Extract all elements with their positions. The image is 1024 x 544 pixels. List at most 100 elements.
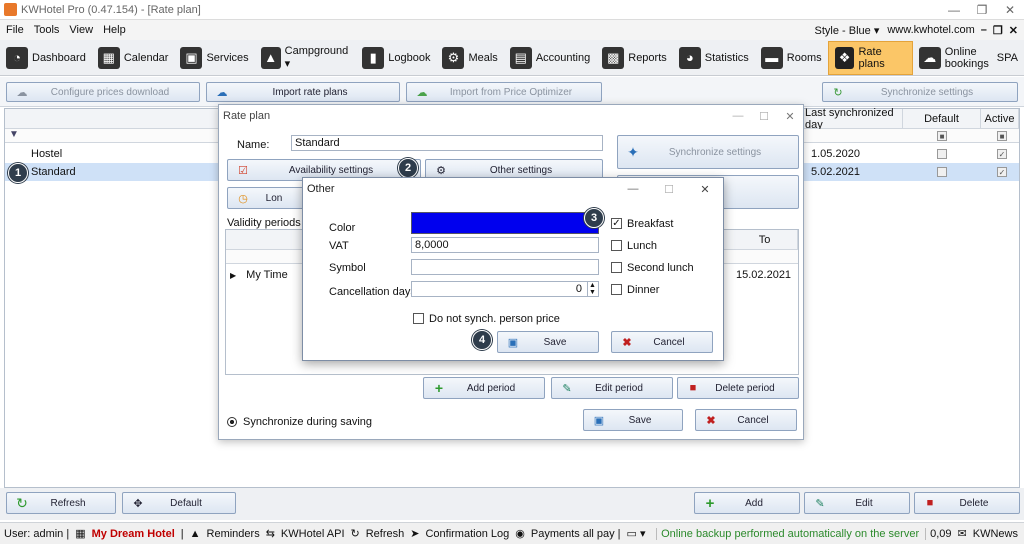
edit-button[interactable]: ✎ Edit (804, 492, 910, 514)
status-refresh[interactable]: Refresh (366, 528, 405, 540)
toolbar-reports[interactable]: ▩ Reports (596, 41, 673, 75)
cross-icon: ✖ (622, 336, 632, 349)
filter-default-checkbox[interactable]: ■ (937, 131, 947, 141)
step-badge-4: 4 (472, 330, 492, 350)
pencil-icon: ✎ (562, 382, 572, 395)
color-picker-field[interactable] (411, 212, 599, 234)
row-pointer-icon: ▶ (230, 270, 237, 280)
other-minimize-icon[interactable]: — (615, 183, 651, 195)
status-confirmation-log[interactable]: Confirmation Log (425, 528, 509, 540)
mdi-minimize-icon[interactable]: – (981, 24, 987, 36)
status-news[interactable]: KWNews (973, 528, 1018, 540)
toolbar-rooms[interactable]: ▬ Rooms (755, 41, 828, 75)
spinner-arrows-icon[interactable]: ▲ ▼ (587, 282, 597, 296)
cloud-download-icon: ☁ (16, 86, 28, 99)
trash-icon: ■ (926, 497, 934, 509)
sync-during-saving-radio[interactable] (227, 417, 237, 427)
reports-icon: ▩ (602, 46, 625, 69)
lunch-label: Lunch (627, 240, 657, 252)
dinner-checkbox[interactable] (611, 284, 622, 295)
toolbar-meals[interactable]: ⚙ Meals (436, 41, 503, 75)
status-payments[interactable]: Payments all pay | (531, 528, 621, 540)
step-badge-1: 1 (8, 163, 28, 183)
long-stay-button[interactable]: ◷ Lon (227, 187, 307, 209)
toolbar-accounting[interactable]: ▤ Accounting (504, 41, 596, 75)
lunch-checkbox[interactable] (611, 240, 622, 251)
grid-header-active[interactable]: Active (981, 109, 1019, 129)
toolbar-statistics[interactable]: ◕ Statistics (673, 41, 755, 75)
cross-icon: ✖ (706, 414, 716, 427)
toolbar-services[interactable]: ▣ Services (174, 41, 254, 75)
grid-header-default[interactable]: Default (903, 109, 981, 129)
dialog-minimize-icon[interactable]: — (725, 110, 751, 122)
second-lunch-checkbox[interactable] (611, 262, 622, 273)
toolbar-dashboard[interactable]: ◔ Dashboard (0, 41, 92, 75)
filter-active-checkbox[interactable]: ■ (997, 131, 1007, 141)
vat-input[interactable]: 8,0000 (411, 237, 599, 253)
menu-view[interactable]: View (69, 24, 93, 36)
sub-toolbar: ☁ Configure prices download ☁ Import rate … (0, 77, 1024, 107)
grid-header-last-sync[interactable]: Last synchronized day (805, 107, 903, 131)
status-hotel[interactable]: My Dream Hotel (92, 528, 175, 540)
bell-icon: ▲ (189, 527, 201, 540)
validity-header-to[interactable]: To (732, 230, 798, 250)
mdi-close-icon[interactable]: ✕ (1009, 24, 1018, 37)
add-button[interactable]: + Add (694, 492, 800, 514)
dialog-close-icon[interactable]: ✕ (777, 110, 803, 123)
mdi-restore-icon[interactable]: ❐ (993, 24, 1003, 37)
rate-plan-cancel-button[interactable]: ✖ Cancel (695, 409, 797, 431)
status-reminders[interactable]: Reminders (207, 528, 260, 540)
other-maximize-icon[interactable]: ☐ (651, 183, 687, 196)
other-save-button[interactable]: ▣ Save (497, 331, 599, 353)
style-selector[interactable]: Style - Blue ▾ (815, 24, 880, 37)
breakfast-checkbox[interactable]: ✓ (611, 218, 622, 229)
synchronize-settings-button[interactable]: ↻ Synchronize settings (822, 82, 1018, 102)
toolbar-rate-plans[interactable]: ❖ Rate plans (827, 40, 913, 75)
refresh-button[interactable]: ↻ Refresh (6, 492, 116, 514)
row-active-checkbox[interactable]: ✓ (997, 149, 1007, 159)
dialog-synchronize-settings-button[interactable]: ✦ Synchronize settings (617, 135, 799, 169)
website-link[interactable]: www.kwhotel.com (887, 24, 974, 36)
vat-label: VAT (329, 240, 349, 252)
import-rate-plans-button[interactable]: ☁ Import rate plans (206, 82, 400, 102)
toolbar-spa[interactable]: SPA (991, 41, 1024, 75)
other-close-icon[interactable]: ✕ (687, 183, 723, 196)
add-period-button[interactable]: + Add period (423, 377, 545, 399)
default-button[interactable]: ✥ Default (122, 492, 236, 514)
row-default-checkbox[interactable] (937, 167, 947, 177)
menu-help[interactable]: Help (103, 24, 126, 36)
status-api[interactable]: KWHotel API (281, 528, 345, 540)
trash-icon: ■ (689, 382, 697, 394)
row-active-checkbox[interactable]: ✓ (997, 167, 1007, 177)
minimize-icon[interactable]: — (940, 3, 968, 17)
row-default-checkbox[interactable] (937, 149, 947, 159)
toolbar-campground[interactable]: ▲ Campground ▾ (255, 41, 357, 75)
other-cancel-button[interactable]: ✖ Cancel (611, 331, 713, 353)
toolbar-logbook[interactable]: ▮ Logbook (356, 41, 436, 75)
import-price-optimizer-button[interactable]: ☁ Import from Price Optimizer (406, 82, 602, 102)
name-input[interactable]: Standard (291, 135, 603, 151)
status-version: 0,09 (925, 527, 952, 540)
toolbar-calendar[interactable]: ▦ Calendar (92, 41, 175, 75)
refresh-icon: ↻ (16, 494, 28, 511)
rate-plan-save-button[interactable]: ▣ Save (583, 409, 683, 431)
send-icon: ➤ (410, 528, 420, 540)
close-icon[interactable]: ✕ (996, 3, 1024, 17)
delete-button[interactable]: ■ Delete (914, 492, 1020, 514)
menu-tools[interactable]: Tools (34, 24, 60, 36)
toolbar-online-bookings[interactable]: ☁ Online bookings (913, 41, 991, 75)
accounting-icon: ▤ (509, 46, 532, 69)
cancellation-days-input[interactable]: 0 (411, 281, 599, 297)
news-icon: ✉ (957, 528, 967, 540)
symbol-input[interactable] (411, 259, 599, 275)
rate-plans-icon: ❖ (834, 46, 855, 69)
dialog-maximize-icon[interactable]: ☐ (751, 110, 777, 123)
restore-icon[interactable]: ❐ (968, 3, 996, 17)
delete-period-button[interactable]: ■ Delete period (677, 377, 799, 399)
no-sync-person-price-checkbox[interactable] (413, 313, 424, 324)
edit-period-button[interactable]: ✎ Edit period (551, 377, 673, 399)
monitor-icon[interactable]: ▭ ▾ (627, 527, 646, 540)
plus-icon: + (705, 494, 715, 512)
configure-prices-download-button[interactable]: ☁ Configure prices download (6, 82, 200, 102)
menu-file[interactable]: File (6, 24, 24, 36)
